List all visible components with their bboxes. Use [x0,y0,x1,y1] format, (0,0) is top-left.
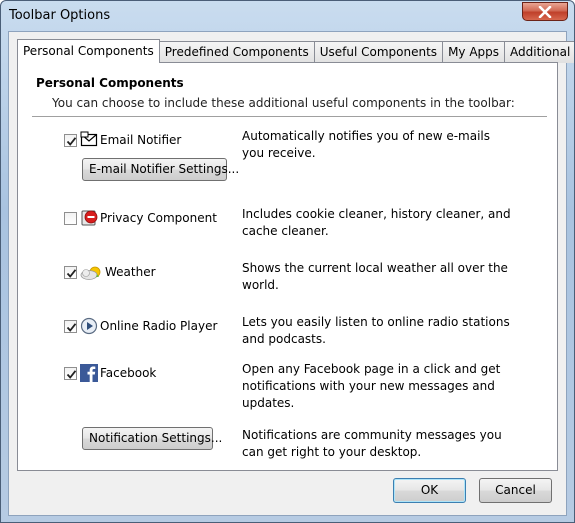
email-notifier-settings-button[interactable]: E-mail Notifier Settings... [82,158,239,181]
title-bar: Toolbar Options [1,1,574,31]
privacy-component-label: Privacy Component [100,211,217,225]
toolbar-options-window: Toolbar Options Personal Components Pred… [0,0,575,523]
tab-strip: Personal Components Predefined Component… [17,39,574,63]
facebook-icon [80,364,98,382]
tab-additional-settings[interactable]: Additional Settings [505,41,574,63]
separator [32,116,547,117]
privacy-icon [81,210,98,226]
personal-components-panel: Personal Components You can choose to in… [17,62,558,471]
cancel-button[interactable]: Cancel [479,478,552,503]
window-title: Toolbar Options [9,8,111,23]
privacy-component-checkbox[interactable] [64,212,77,225]
radio-play-icon [80,317,98,335]
ok-button[interactable]: OK [393,478,466,503]
weather-icon [80,266,101,280]
email-notifier-checkbox[interactable] [64,134,77,147]
checkmark-icon [66,323,77,332]
privacy-component-description: Includes cookie cleaner, history cleaner… [242,207,511,238]
checkmark-icon [66,269,77,278]
weather-checkbox[interactable] [64,266,77,279]
notification-settings-button[interactable]: Notification Settings... [82,427,222,450]
tab-personal-components[interactable]: Personal Components [17,39,160,63]
online-radio-player-label: Online Radio Player [100,319,218,333]
tab-predefined-components[interactable]: Predefined Components [159,41,315,63]
weather-label: Weather [105,265,156,279]
close-icon [538,5,552,18]
tab-useful-components[interactable]: Useful Components [314,41,444,63]
section-description: You can choose to include these addition… [52,96,515,110]
weather-description: Shows the current local weather all over… [242,261,508,292]
checkmark-icon [66,370,77,379]
online-radio-player-checkbox[interactable] [64,320,77,333]
online-radio-player-description: Lets you easily listen to online radio s… [242,315,510,346]
email-notifier-description: Automatically notifies you of new e-mail… [242,129,491,160]
envelope-icon [80,131,98,147]
notification-description: Notifications are community messages you… [242,428,502,459]
email-notifier-label: Email Notifier [100,133,182,147]
facebook-checkbox[interactable] [64,367,77,380]
close-button[interactable] [522,2,568,21]
tab-my-apps[interactable]: My Apps [443,41,506,63]
checkmark-icon [66,137,77,146]
facebook-label: Facebook [100,366,157,380]
facebook-description: Open any Facebook page in a click and ge… [242,362,501,410]
dialog-body: Personal Components Predefined Component… [8,31,574,516]
section-title: Personal Components [36,76,184,90]
